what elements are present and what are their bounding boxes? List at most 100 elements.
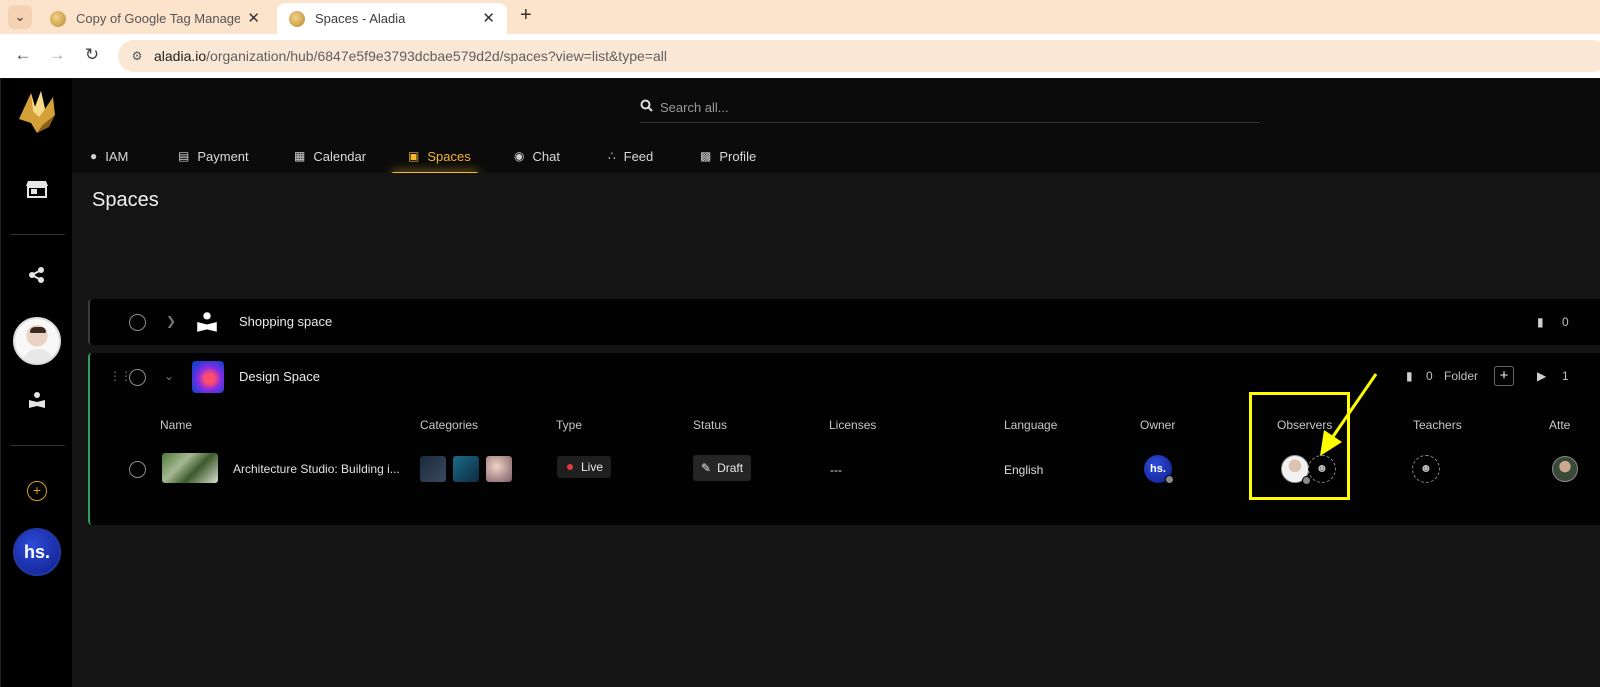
folder-icon: ▮ xyxy=(1406,369,1413,383)
status-badge[interactable]: ✎ Draft xyxy=(693,455,751,481)
tab-label: Profile xyxy=(719,148,757,164)
category-thumbnail xyxy=(486,456,512,482)
calendar-icon: ▦ xyxy=(294,149,306,163)
tab-favicon-icon xyxy=(289,10,305,27)
owner-initials: hs. xyxy=(1150,463,1166,475)
global-search[interactable]: Search all... xyxy=(640,95,1260,123)
col-header-status: Status xyxy=(693,418,728,432)
avatar-hair xyxy=(30,327,46,333)
course-thumbnail xyxy=(162,453,218,483)
org-avatar[interactable]: hs. xyxy=(13,528,61,576)
add-circle-icon[interactable]: + xyxy=(27,481,47,501)
url-field[interactable]: ⚙ aladia.io/organization/hub/6847e5f9e37… xyxy=(118,40,1600,72)
sidebar-divider xyxy=(11,445,65,446)
tab-label: Feed xyxy=(623,148,654,164)
space-name[interactable]: Design Space xyxy=(239,369,320,384)
avatar-body xyxy=(23,349,53,363)
col-header-teachers: Teachers xyxy=(1413,418,1462,432)
select-radio[interactable] xyxy=(129,314,146,331)
folder-count: 0 xyxy=(1562,315,1569,329)
new-tab-button[interactable]: + xyxy=(520,4,532,27)
type-label: Live xyxy=(581,460,604,474)
add-teacher-button[interactable]: ☻ xyxy=(1412,455,1440,483)
language-value: English xyxy=(1004,463,1044,477)
book-reader-icon xyxy=(196,311,218,333)
share-icon: ∴ xyxy=(608,149,616,163)
tab-spaces[interactable]: ▣ Spaces xyxy=(408,139,471,173)
aladia-logo-icon[interactable] xyxy=(15,87,59,135)
tab-label: Calendar xyxy=(313,148,367,164)
chevron-right-icon[interactable]: ❯ xyxy=(166,314,176,328)
browser-tab-bar: ⌄ Copy of Google Tag Manager ✕ Spaces - … xyxy=(0,0,1600,34)
course-name[interactable]: Architecture Studio: Building i... xyxy=(233,462,400,476)
store-icon[interactable] xyxy=(24,179,50,205)
drag-handle-icon[interactable]: ⋮⋮ xyxy=(109,369,132,383)
folder-icon: ▮ xyxy=(1537,315,1544,329)
search-icon xyxy=(640,99,653,115)
edit-icon: ✎ xyxy=(701,461,712,475)
credit-card-icon: ▤ xyxy=(178,149,190,163)
close-tab-icon[interactable]: ✕ xyxy=(247,9,260,27)
browser-tab-spaces[interactable]: Spaces - Aladia ✕ xyxy=(277,3,507,34)
owner-avatar[interactable]: hs. xyxy=(1144,455,1174,484)
tab-payment[interactable]: ▤ Payment xyxy=(178,139,249,173)
site-settings-icon[interactable]: ⚙ xyxy=(128,47,146,65)
left-sidebar: + hs. xyxy=(0,79,72,687)
tab-title: Copy of Google Tag Manager xyxy=(76,11,240,26)
chat-icon: ◉ xyxy=(514,149,525,163)
page-title: Spaces xyxy=(92,189,159,211)
user-avatar[interactable] xyxy=(13,317,61,365)
space-thumbnail xyxy=(192,361,224,393)
reload-icon[interactable]: ↻ xyxy=(81,45,103,65)
search-input[interactable]: Search all... xyxy=(660,100,729,115)
col-header-categories: Categories xyxy=(420,418,479,432)
tab-chat[interactable]: ◉ Chat xyxy=(514,139,560,173)
status-label: Draft xyxy=(717,461,744,475)
select-radio[interactable] xyxy=(129,369,146,386)
sidebar-divider xyxy=(11,234,65,235)
folder-count: 0 xyxy=(1426,369,1433,383)
chevron-down-icon[interactable]: ⌄ xyxy=(164,369,174,383)
space-name[interactable]: Shopping space xyxy=(239,314,332,329)
share-icon[interactable] xyxy=(24,265,50,291)
book-reader-icon[interactable] xyxy=(24,390,50,416)
annotation-arrow-icon xyxy=(1320,373,1378,456)
course-select-radio[interactable] xyxy=(129,461,146,478)
tab-search-chevron-icon[interactable]: ⌄ xyxy=(8,5,32,29)
col-header-name: Name xyxy=(160,418,193,432)
category-thumbnail xyxy=(453,456,479,482)
col-header-owner: Owner xyxy=(1140,418,1176,432)
browser-tab-gtm[interactable]: Copy of Google Tag Manager ✕ xyxy=(38,3,272,34)
tab-profile[interactable]: ▩ Profile xyxy=(700,139,756,173)
tab-title: Spaces - Aladia xyxy=(315,11,406,26)
licenses-value: --- xyxy=(830,463,842,477)
back-icon[interactable]: ← xyxy=(12,45,34,65)
tab-label: Chat xyxy=(532,148,560,164)
add-folder-button[interactable]: + xyxy=(1494,366,1514,386)
tab-iam[interactable]: ● IAM xyxy=(90,139,128,173)
tab-calendar[interactable]: ▦ Calendar xyxy=(294,139,366,173)
url-text: aladia.io/organization/hub/6847e5f9e3793… xyxy=(154,48,667,64)
col-header-attendees: Atte xyxy=(1549,418,1571,432)
tab-label: IAM xyxy=(105,148,129,164)
tab-favicon-icon xyxy=(50,10,66,27)
col-header-licenses: Licenses xyxy=(829,418,877,432)
forward-icon[interactable]: → xyxy=(46,45,68,65)
user-icon: ● xyxy=(90,149,98,163)
address-bar: ← → ↻ ⚙ aladia.io/organization/hub/6847e… xyxy=(0,34,1600,78)
col-header-type: Type xyxy=(556,418,583,432)
space-row-shopping[interactable]: ❯ Shopping space ▮ 0 xyxy=(88,299,1600,345)
attendee-avatar[interactable] xyxy=(1552,456,1578,482)
live-dot-icon xyxy=(567,464,573,470)
tab-label: Spaces xyxy=(427,148,471,164)
tab-feed[interactable]: ∴ Feed xyxy=(608,139,653,173)
id-card-icon: ▩ xyxy=(700,149,712,163)
category-thumbnail xyxy=(420,456,446,482)
video-count: 1 xyxy=(1562,369,1569,383)
video-icon: ▶ xyxy=(1537,369,1547,383)
spaces-icon: ▣ xyxy=(408,149,420,163)
col-header-language: Language xyxy=(1004,418,1058,432)
close-tab-icon[interactable]: ✕ xyxy=(482,9,495,27)
folder-label: Folder xyxy=(1444,369,1479,383)
tab-label: Payment xyxy=(197,148,249,164)
